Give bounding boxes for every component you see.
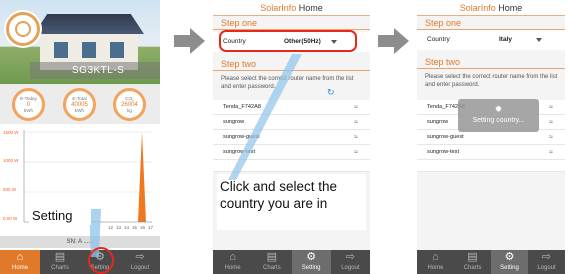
tab-setting[interactable]: ⚙ Setting: [491, 250, 528, 274]
wifi-icon: ≈: [354, 134, 358, 141]
tab-charts[interactable]: ▤ Charts: [454, 250, 491, 274]
solar-roof: [34, 14, 144, 34]
tab-charts[interactable]: ▤ Charts: [40, 250, 80, 274]
chart-icon: ▤: [266, 251, 278, 263]
tab-home[interactable]: ⌂ Home: [213, 250, 252, 274]
chevron-down-icon: [536, 38, 542, 42]
refresh-icon[interactable]: ↻: [327, 87, 335, 98]
callout-pointer: [228, 54, 302, 180]
tab-logout[interactable]: ⇨ Logout: [120, 250, 160, 274]
phone-setting-country-screen: SolarInfo Home Step one Country Italy St…: [417, 0, 565, 274]
x-tick-label: 14: [124, 225, 130, 230]
serial-number: SN: A ......: [0, 236, 160, 248]
house-window: [54, 42, 68, 58]
gear-icon: ⚙: [306, 251, 317, 263]
app-header: SolarInfo Home: [213, 0, 370, 16]
tab-setting[interactable]: ⚙ Setting: [291, 250, 331, 274]
home-icon: ⌂: [229, 251, 236, 263]
x-tick-label: 17: [148, 225, 154, 230]
country-label: Country: [427, 36, 450, 43]
stat-e-today: E-Today 0 kWh: [12, 88, 45, 121]
power-peak-mark: [138, 132, 146, 222]
tutorial-stage: SG3KTL-S E-Today 0 kWh E-Total 40005 kWh…: [0, 0, 568, 274]
house-window: [110, 42, 124, 58]
phone-home-screen: SG3KTL-S E-Today 0 kWh E-Total 40005 kWh…: [0, 0, 160, 274]
country-value: Italy: [499, 36, 513, 43]
step-one-heading: Step one: [417, 17, 565, 30]
tab-logout[interactable]: ⇨ Logout: [528, 250, 565, 274]
gear-icon: ⚙: [504, 251, 515, 263]
house-window: [82, 42, 96, 58]
wifi-icon: ≈: [549, 119, 553, 126]
home-icon: ⌂: [16, 251, 24, 263]
bottom-tab-bar: ⌂ Home ▤ Charts ⚙ Setting ⇨ Logout: [417, 250, 565, 274]
setting-callout: Setting: [29, 206, 91, 225]
instruction-callout: Click and select the country you are in: [217, 174, 366, 230]
tab-logout[interactable]: ⇨ Logout: [331, 250, 370, 274]
wifi-network-item[interactable]: sungrow-test ≈: [417, 145, 565, 160]
step-one-heading: Step one: [213, 17, 370, 30]
x-tick-label: 15: [132, 225, 138, 230]
wifi-network-item[interactable]: sungrow-guest ≈: [417, 130, 565, 145]
inverter-model-label: SG3KTL-S: [30, 62, 160, 79]
app-header: SolarInfo Home: [417, 0, 565, 16]
chart-icon: ▤: [54, 251, 66, 263]
next-step-arrow: [174, 28, 205, 54]
chart-icon: ▤: [467, 251, 478, 263]
wifi-icon: ≈: [549, 104, 553, 111]
tab-home[interactable]: ⌂ Home: [0, 250, 40, 274]
wifi-icon: ≈: [549, 134, 553, 141]
wifi-icon: ≈: [354, 149, 358, 156]
tab-charts[interactable]: ▤ Charts: [252, 250, 291, 274]
stat-e-total: E-Total 40005 kWh: [63, 88, 96, 121]
step-two-heading: Step two: [417, 56, 565, 69]
logout-icon: ⇨: [541, 251, 552, 263]
next-step-arrow: [378, 28, 409, 54]
wifi-icon: ≈: [354, 104, 358, 111]
logout-icon: ⇨: [345, 251, 355, 263]
logout-icon: ⇨: [135, 251, 145, 263]
x-tick-label: 13: [116, 225, 122, 230]
stat-co2: CO₂ 26004 kg: [113, 88, 146, 121]
loading-spinner-icon: ✹: [494, 104, 503, 114]
home-icon: ⌂: [432, 251, 439, 263]
wifi-icon: ≈: [354, 119, 358, 126]
tab-home[interactable]: ⌂ Home: [417, 250, 454, 274]
wifi-icon: ≈: [549, 149, 553, 156]
setting-country-toast: ✹ Setting country...: [458, 99, 539, 132]
setting-highlight-circle: [88, 247, 114, 274]
country-select[interactable]: Country Italy: [417, 30, 565, 50]
country-highlight-box: [219, 30, 357, 52]
inverter-status-gauge: [6, 12, 40, 46]
x-tick-label: 16: [140, 225, 146, 230]
x-tick-label: 12: [108, 225, 114, 230]
energy-stats: E-Today 0 kWh E-Total 40005 kWh CO₂ 2600…: [0, 84, 160, 124]
router-instructions: Please select the correct router name fr…: [425, 74, 558, 88]
house-photo: SG3KTL-S: [0, 0, 160, 84]
bottom-tab-bar: ⌂ Home ▤ Charts ⚙ Setting ⇨ Logout: [213, 250, 370, 274]
bottom-tab-bar: ⌂ Home ▤ Charts ⚙ Setting ⇨ Logout: [0, 250, 160, 274]
